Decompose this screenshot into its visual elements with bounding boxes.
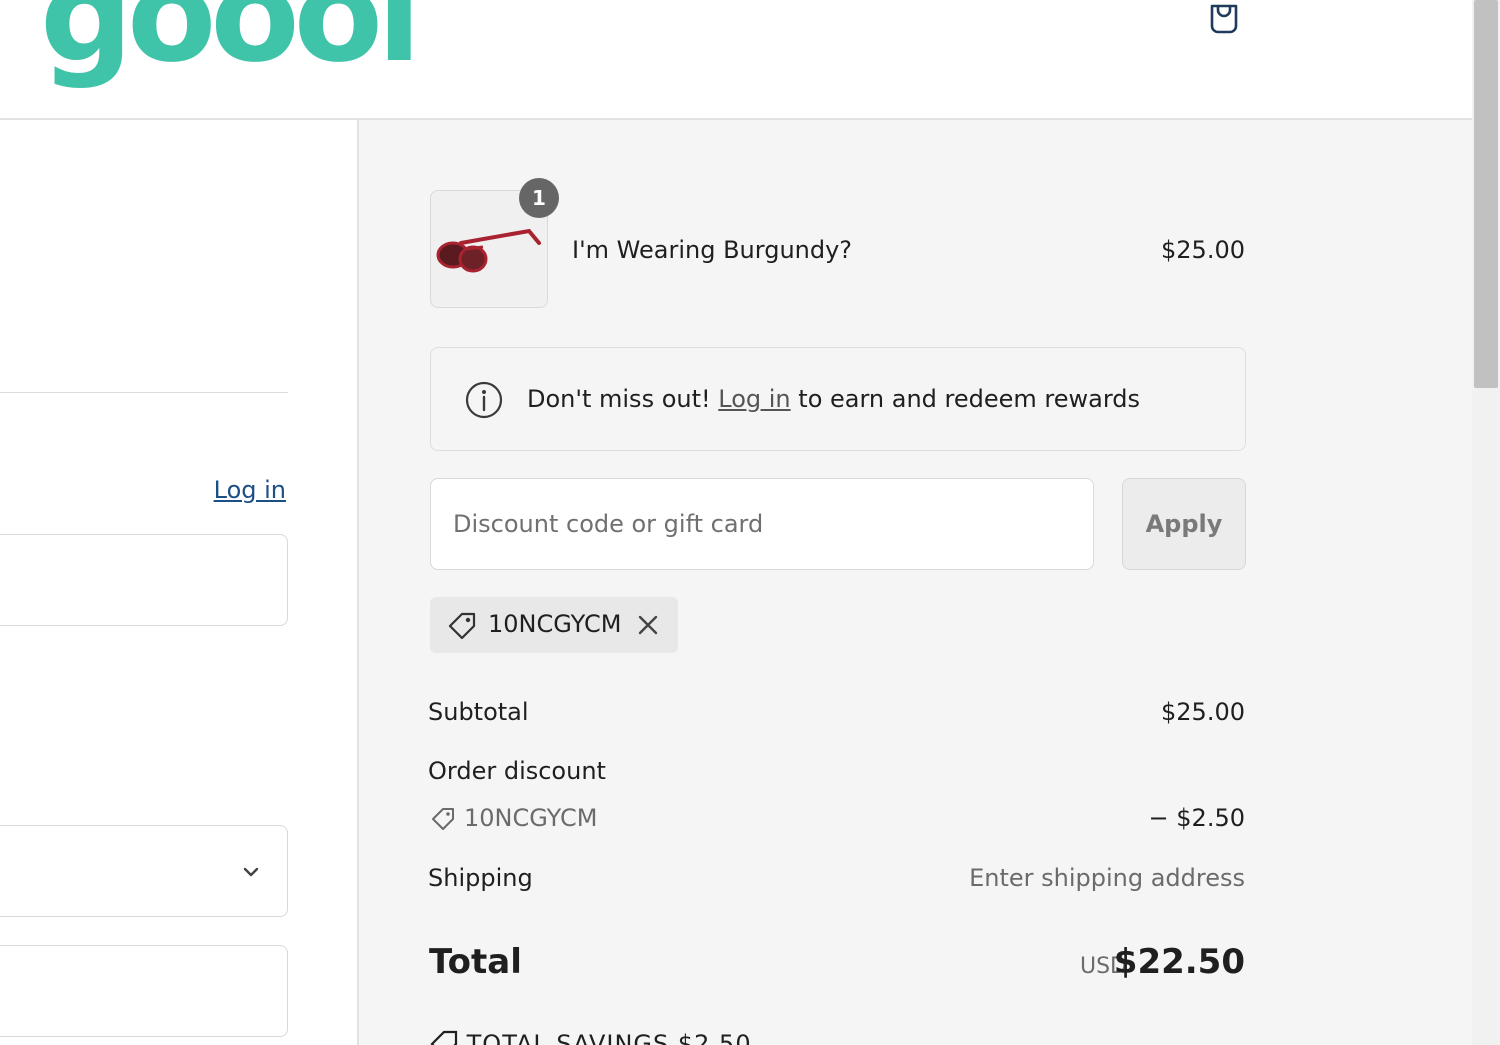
applied-discount-code: 10NCGYCM	[488, 610, 622, 638]
order-discount-code: 10NCGYCM	[464, 804, 598, 832]
login-link[interactable]: Log in	[214, 476, 286, 504]
total-value: $22.50	[1113, 942, 1245, 982]
info-icon	[465, 381, 503, 419]
subtotal-label: Subtotal	[428, 698, 529, 726]
order-discount-label: Order discount	[428, 757, 606, 785]
shopping-bag-icon[interactable]	[1206, 0, 1242, 36]
rewards-login-link[interactable]: Log in	[718, 385, 790, 413]
store-logo[interactable]: goool	[40, 0, 422, 80]
product-price: $25.00	[1161, 236, 1245, 264]
country-select[interactable]	[0, 825, 288, 917]
rewards-suffix: to earn and redeem rewards	[798, 385, 1141, 413]
logo-text: goool	[40, 0, 422, 91]
remove-discount-icon[interactable]	[636, 613, 660, 637]
product-name: I'm Wearing Burgundy?	[572, 236, 853, 264]
tag-icon	[432, 808, 454, 830]
quantity-badge: 1	[519, 178, 559, 218]
header: goool	[0, 0, 1472, 120]
total-savings-text: TOTAL SAVINGS $2.50	[466, 1030, 752, 1045]
rewards-message: Don't miss out! Log in to earn and redee…	[527, 385, 1140, 413]
shipping-label: Shipping	[428, 864, 533, 892]
tag-icon	[430, 1030, 458, 1045]
email-field[interactable]	[0, 534, 288, 626]
chevron-down-icon	[243, 867, 259, 877]
scrollbar-thumb[interactable]	[1474, 0, 1498, 388]
shipping-value: Enter shipping address	[969, 864, 1245, 892]
rewards-prefix: Don't miss out!	[527, 385, 711, 413]
express-checkout-divider	[0, 392, 288, 393]
checkout-form-column: Log in	[0, 120, 358, 1045]
subtotal-value: $25.00	[1161, 698, 1245, 726]
discount-code-input[interactable]	[430, 478, 1094, 570]
order-discount-value: − $2.50	[1148, 804, 1245, 832]
apply-discount-button[interactable]: Apply	[1122, 478, 1246, 570]
name-field[interactable]	[0, 945, 288, 1037]
page-scrollbar[interactable]	[1472, 0, 1500, 1045]
tag-icon	[448, 612, 476, 640]
total-label: Total	[429, 942, 522, 982]
total-savings: TOTAL SAVINGS $2.50	[430, 1030, 752, 1045]
